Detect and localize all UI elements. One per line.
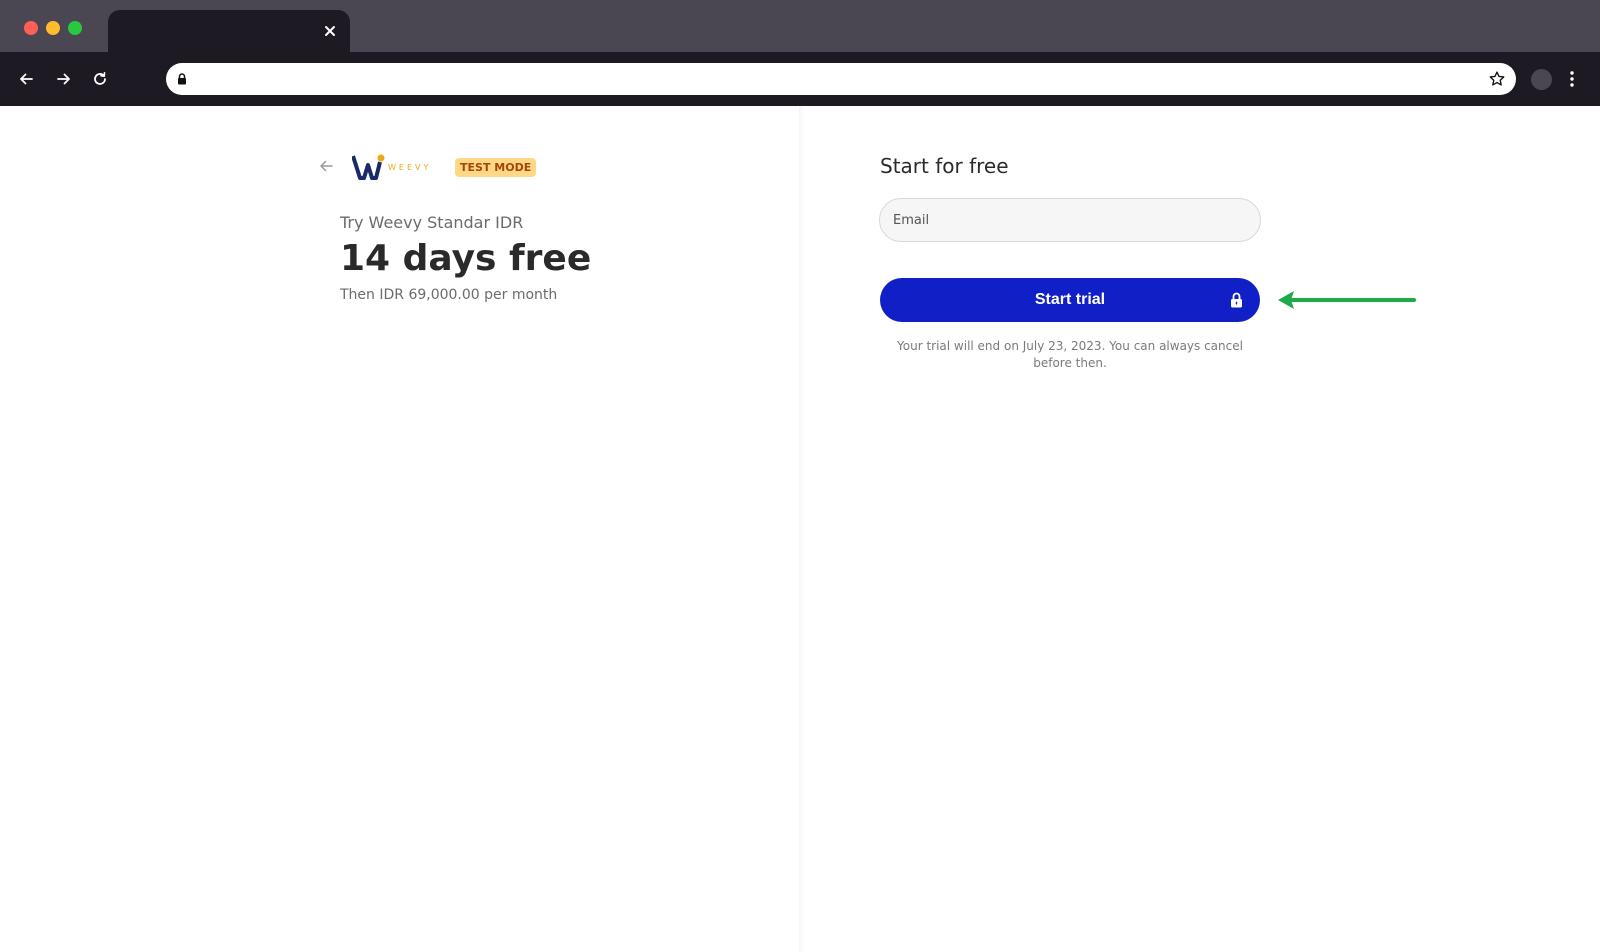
reload-icon[interactable] [87,66,113,92]
brand-logo[interactable]: WEEVY [351,154,434,180]
window-minimize-dot[interactable] [46,21,60,35]
forward-arrow-icon[interactable] [51,66,77,92]
start-trial-label: Start trial [1034,291,1106,308]
lock-icon [174,71,190,87]
brand-logo-text: WEEVY [388,163,432,172]
window-close-dot[interactable] [24,21,38,35]
product-name: Try Weevy Standar IDR [340,213,524,232]
close-icon[interactable] [320,21,340,41]
annotation-arrow-icon [1278,291,1416,309]
url-input[interactable] [198,70,1476,88]
test-mode-badge: TEST MODE [455,158,537,177]
address-bar[interactable] [166,63,1516,95]
pane-divider [799,106,805,952]
form-title: Start for free [880,154,1009,178]
product-summary: WEEVY TEST MODE Try Weevy Standar IDR 14… [0,106,799,952]
window-maximize-dot[interactable] [68,21,82,35]
lock-icon [1228,291,1244,309]
browser-toolbar [0,52,1600,106]
trial-headline: 14 days free [340,238,592,279]
trial-end-note: Your trial will end on July 23, 2023. Yo… [897,339,1243,370]
back-arrow-icon[interactable] [13,66,39,92]
profile-avatar[interactable] [1531,69,1552,90]
start-trial-button[interactable]: Start trial [880,278,1260,322]
browser-tabstrip [0,0,1600,52]
checkout-page: WEEVY TEST MODE Try Weevy Standar IDR 14… [0,106,1600,952]
star-icon[interactable] [1486,68,1508,90]
back-arrow-icon[interactable] [318,158,334,174]
recurring-price: Then IDR 69,000.00 per month [340,287,558,303]
kebab-menu-icon[interactable] [1562,67,1582,91]
browser-tab[interactable] [108,10,350,52]
email-field[interactable] [879,198,1261,242]
